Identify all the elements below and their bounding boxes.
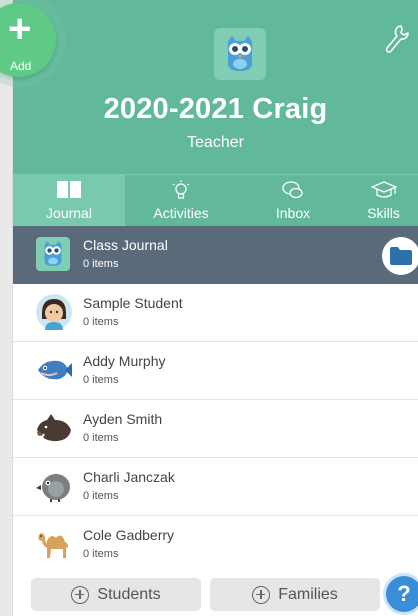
add-students-label: Students	[97, 585, 161, 603]
folder-button[interactable]	[382, 237, 418, 275]
tab-skills-label: Skills	[367, 205, 400, 221]
book-icon	[13, 179, 125, 203]
add-students-button[interactable]: Students	[31, 578, 201, 611]
role-label: Teacher	[187, 134, 244, 151]
student-count: 0 items	[83, 316, 119, 328]
class-owl-avatar	[36, 237, 70, 271]
boar-avatar-icon	[35, 409, 73, 447]
tab-activities[interactable]: Activities	[125, 175, 237, 226]
class-title: 2020-2021 Craig	[103, 93, 328, 125]
tab-journal[interactable]: Journal	[13, 175, 125, 226]
student-name: Ayden Smith	[83, 411, 163, 427]
class-journal-row[interactable]: Class Journal 0 items	[13, 226, 418, 284]
add-families-label: Families	[278, 585, 338, 603]
graduation-cap-icon	[349, 179, 418, 203]
student-name: Addy Murphy	[83, 353, 166, 369]
tab-skills[interactable]: Skills	[349, 175, 418, 226]
plus-icon: +	[8, 7, 32, 51]
journal-count: 0 items	[83, 258, 119, 270]
bird-avatar-icon	[35, 467, 73, 505]
camel-avatar-icon	[35, 525, 73, 563]
list-item[interactable]: Ayden Smith 0 items	[13, 400, 418, 458]
tab-inbox-label: Inbox	[275, 205, 311, 221]
fish-avatar-icon	[35, 351, 73, 389]
add-families-button[interactable]: Families	[210, 578, 380, 611]
list-item[interactable]: Charli Janczak 0 items	[13, 458, 418, 516]
list-item[interactable]: Addy Murphy 0 items	[13, 342, 418, 400]
student-list: Class Journal 0 items Sample Student 0 i…	[13, 226, 418, 574]
owl-logo-icon	[214, 28, 266, 80]
student-count: 0 items	[83, 490, 119, 502]
folder-icon	[390, 247, 412, 265]
settings-wrench-icon[interactable]	[384, 24, 410, 54]
student-name: Charli Janczak	[83, 469, 175, 485]
main-tabs: Journal Activities Inbox Skills	[13, 174, 418, 226]
student-name: Sample Student	[83, 295, 183, 311]
student-count: 0 items	[83, 374, 119, 386]
student-count: 0 items	[83, 548, 119, 560]
tab-activities-label: Activities	[153, 205, 209, 221]
add-circle-icon	[71, 585, 90, 604]
left-panel-edge	[0, 0, 13, 616]
tab-journal-label: Journal	[46, 205, 92, 221]
student-name: Cole Gadberry	[83, 527, 175, 543]
app-root: 2020-2021 Craig Teacher + Add Journal Ac…	[0, 0, 418, 616]
student-count: 0 items	[83, 432, 119, 444]
add-button-label: Add	[10, 59, 32, 73]
chat-bubbles-icon	[237, 179, 349, 203]
list-item[interactable]: Sample Student 0 items	[13, 284, 418, 342]
add-circle-icon	[252, 585, 271, 604]
list-item[interactable]: Cole Gadberry 0 items	[13, 516, 418, 574]
child-avatar-icon	[35, 293, 73, 331]
class-header: 2020-2021 Craig Teacher	[13, 0, 418, 174]
tab-inbox[interactable]: Inbox	[237, 175, 349, 226]
journal-name: Class Journal	[83, 237, 168, 253]
bottom-bar: Students Families ?	[13, 572, 418, 616]
lightbulb-icon	[125, 179, 237, 203]
help-button[interactable]: ?	[386, 576, 418, 612]
